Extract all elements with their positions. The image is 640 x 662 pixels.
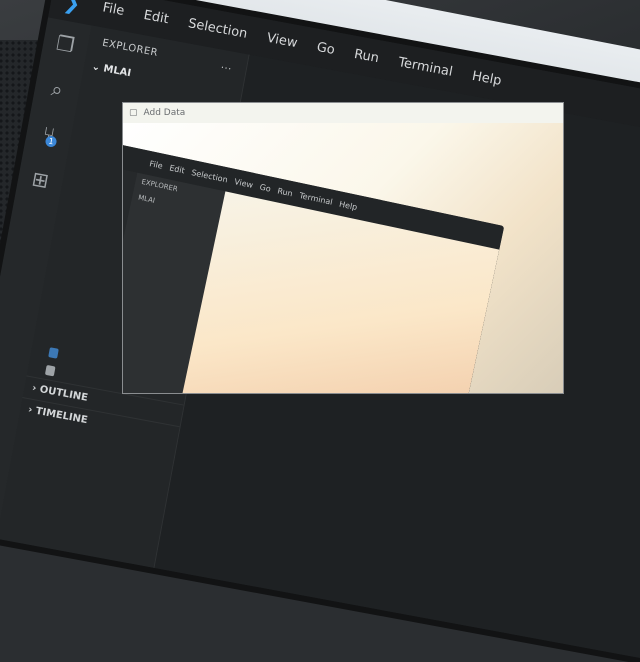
add-data-window: ▢ Add Data File Edit Selection View Go R… xyxy=(122,102,564,394)
nested-menu-selection: Selection xyxy=(190,167,229,185)
nested-menu-file: File xyxy=(148,158,164,171)
file-icon xyxy=(44,364,56,377)
nested-menu-view: View xyxy=(233,176,255,190)
nested-menu-go: Go xyxy=(258,182,272,194)
nested-menu-terminal: Terminal xyxy=(298,190,334,207)
source-control-badge: 1 xyxy=(44,135,58,148)
nested-menu-help: Help xyxy=(338,198,359,212)
nested-menu-edit: Edit xyxy=(168,162,186,175)
nested-vscode-capture: File Edit Selection View Go Run Terminal… xyxy=(123,143,505,393)
explorer-title: EXPLORER xyxy=(101,37,159,59)
folder-label: MLAI xyxy=(102,63,132,80)
nested-menu-run: Run xyxy=(276,185,294,198)
window-icon: ▢ xyxy=(129,108,138,118)
add-data-title: Add Data xyxy=(143,108,186,118)
python-file-icon xyxy=(48,347,59,359)
camera-preview: File Edit Selection View Go Run Terminal… xyxy=(123,123,563,393)
explorer-more-button[interactable]: ... xyxy=(220,60,233,73)
add-data-titlebar: ▢ Add Data xyxy=(123,103,563,123)
